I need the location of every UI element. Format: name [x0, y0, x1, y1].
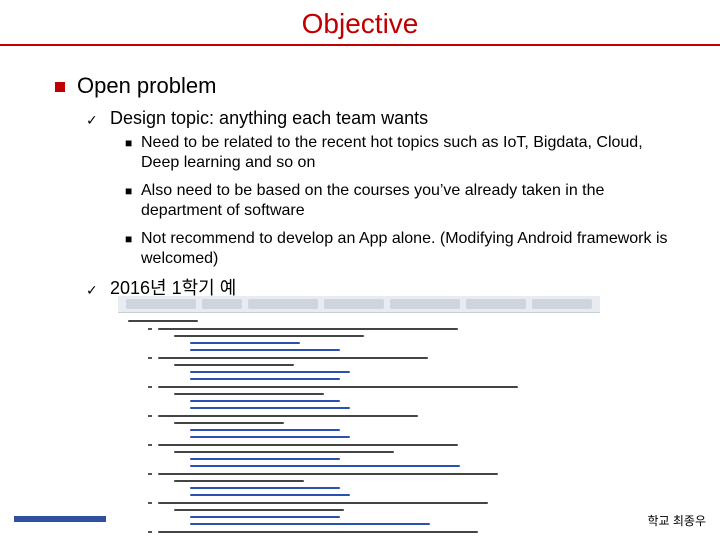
doc-topic-line	[174, 364, 294, 366]
doc-link-line	[190, 429, 340, 431]
list-dash-icon	[148, 386, 152, 388]
doc-link-line	[190, 436, 350, 438]
bookmark-item	[390, 299, 460, 309]
doc-topic-line	[174, 451, 394, 453]
doc-link-line	[190, 458, 340, 460]
design-topic-text: Design topic: anything each team wants	[110, 108, 429, 128]
square-bullet-icon: ■	[125, 232, 133, 246]
doc-team-line	[158, 444, 458, 446]
doc-link-line	[190, 407, 350, 409]
embedded-document-screenshot	[118, 296, 600, 536]
document-body	[118, 314, 600, 536]
doc-link-line	[190, 516, 340, 518]
doc-team-line	[158, 415, 418, 417]
doc-topic-line	[174, 335, 364, 337]
doc-topic-line	[174, 509, 344, 511]
title-divider	[0, 44, 720, 46]
square-bullet-icon: ■	[125, 136, 133, 150]
bookmark-item	[202, 299, 242, 309]
list-dash-icon	[148, 357, 152, 359]
list-dash-icon	[148, 531, 152, 533]
bookmark-item	[324, 299, 384, 309]
doc-link-line	[190, 349, 340, 351]
red-square-icon	[55, 82, 65, 92]
square-bullet-icon: ■	[125, 184, 133, 198]
list-dash-icon	[148, 444, 152, 446]
footer-accent-bar	[14, 516, 106, 522]
doc-link-line	[190, 371, 350, 373]
browser-bookmark-bar	[118, 296, 600, 313]
doc-team-line	[158, 357, 428, 359]
doc-team-line	[158, 328, 458, 330]
subitem-android: Not recommend to develop an App alone. (…	[141, 230, 668, 267]
doc-link-line	[190, 487, 340, 489]
doc-link-line	[190, 400, 340, 402]
doc-team-line	[158, 473, 498, 475]
doc-heading-line	[128, 320, 198, 322]
doc-link-line	[190, 465, 460, 467]
footer-author: 학교 최종우	[647, 514, 706, 528]
checkmark-icon: ✓	[86, 282, 98, 298]
doc-topic-line	[174, 393, 324, 395]
subitem-courses: Also need to be based on the courses you…	[141, 182, 605, 219]
list-dash-icon	[148, 473, 152, 475]
doc-link-line	[190, 342, 300, 344]
bookmark-item	[532, 299, 592, 309]
doc-team-line	[158, 502, 488, 504]
bookmark-item	[248, 299, 318, 309]
level1-text: Open problem	[77, 73, 217, 98]
doc-link-line	[190, 494, 350, 496]
list-dash-icon	[148, 502, 152, 504]
doc-link-line	[190, 523, 430, 525]
doc-topic-line	[174, 422, 284, 424]
bookmark-item	[466, 299, 526, 309]
list-dash-icon	[148, 328, 152, 330]
checkmark-icon: ✓	[86, 112, 98, 128]
list-dash-icon	[148, 415, 152, 417]
doc-link-line	[190, 378, 340, 380]
doc-team-line	[158, 386, 518, 388]
subitem-hot-topics: Need to be related to the recent hot top…	[141, 134, 643, 171]
bookmark-item	[126, 299, 196, 309]
doc-team-line	[158, 531, 478, 533]
doc-topic-line	[174, 480, 304, 482]
slide-title: Objective	[301, 8, 419, 39]
